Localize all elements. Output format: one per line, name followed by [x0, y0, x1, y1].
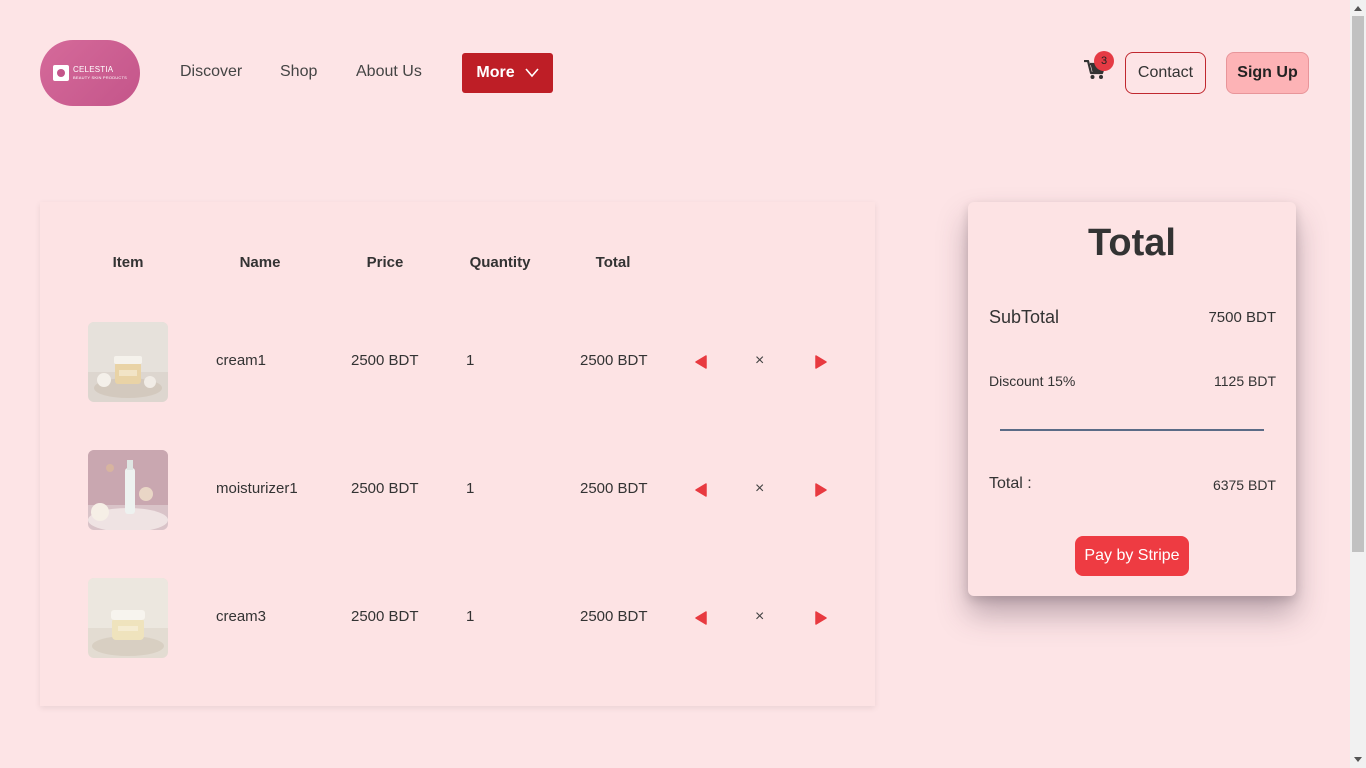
- more-dropdown-button[interactable]: More: [462, 53, 553, 93]
- row-price: 2500 BDT: [351, 480, 419, 497]
- discount-label: Discount 15%: [989, 373, 1076, 389]
- table-row: moisturizer1 2500 BDT 1 2500 BDT ×: [40, 450, 875, 530]
- scrollbar-thumb[interactable]: [1352, 16, 1364, 552]
- product-image-moisturizer1: [88, 450, 168, 530]
- order-summary-card: Total SubTotal 7500 BDT Discount 15% 112…: [968, 202, 1296, 596]
- scroll-up-arrow-icon[interactable]: [1350, 0, 1366, 16]
- row-name: moisturizer1: [216, 480, 298, 497]
- cart-count-badge: 3: [1094, 51, 1114, 71]
- subtotal-label: SubTotal: [989, 307, 1060, 327]
- header-total: Total: [595, 254, 631, 271]
- signup-button[interactable]: Sign Up: [1226, 52, 1309, 94]
- header-name: Name: [239, 254, 281, 271]
- table-row: cream3 2500 BDT 1 2500 BDT ×: [40, 578, 875, 658]
- decrement-arrow-icon[interactable]: [694, 611, 708, 625]
- row-total: 2500 BDT: [580, 608, 648, 625]
- row-total: 2500 BDT: [580, 480, 648, 497]
- chevron-down-icon: [525, 68, 539, 78]
- discount-value: 1125 BDT: [1214, 373, 1276, 389]
- logo-text: CELESTIA BEAUTY SKIN PRODUCTS: [73, 65, 127, 81]
- summary-title: Total: [1088, 222, 1176, 264]
- nav-about-us[interactable]: About Us: [356, 63, 422, 81]
- header-quantity: Quantity: [469, 254, 531, 271]
- product-image-cream3: [88, 578, 168, 658]
- scroll-down-arrow-icon[interactable]: [1350, 752, 1366, 768]
- row-price: 2500 BDT: [351, 352, 419, 369]
- row-price: 2500 BDT: [351, 608, 419, 625]
- row-quantity: 1: [466, 352, 475, 369]
- total-label: Total :: [989, 475, 1032, 492]
- increment-arrow-icon[interactable]: [814, 611, 828, 625]
- header-item: Item: [112, 254, 144, 271]
- total-value: 6375 BDT: [1212, 477, 1276, 493]
- header-price: Price: [366, 254, 404, 271]
- increment-arrow-icon[interactable]: [814, 483, 828, 497]
- subtotal-value: 7500 BDT: [1208, 309, 1276, 326]
- remove-item-close-icon[interactable]: ×: [755, 480, 764, 498]
- contact-button[interactable]: Contact: [1125, 52, 1206, 94]
- row-total: 2500 BDT: [580, 352, 648, 369]
- cart-table-card: Item Name Price Quantity Total cream1 25…: [40, 202, 875, 706]
- row-name: cream3: [216, 608, 267, 625]
- pay-by-stripe-button[interactable]: Pay by Stripe: [1075, 536, 1189, 576]
- row-quantity: 1: [466, 480, 475, 497]
- summary-divider: [1000, 429, 1264, 431]
- row-quantity: 1: [466, 608, 475, 625]
- nav-shop[interactable]: Shop: [280, 63, 317, 81]
- product-image-cream1: [88, 322, 168, 402]
- more-label: More: [476, 64, 515, 81]
- logo-mark-icon: [53, 65, 70, 81]
- remove-item-close-icon[interactable]: ×: [755, 352, 764, 370]
- table-row: cream1 2500 BDT 1 2500 BDT ×: [40, 322, 875, 402]
- increment-arrow-icon[interactable]: [814, 355, 828, 369]
- logo-text-line1: CELESTIA: [73, 65, 114, 74]
- brand-logo[interactable]: CELESTIA BEAUTY SKIN PRODUCTS: [40, 40, 140, 106]
- decrement-arrow-icon[interactable]: [694, 483, 708, 497]
- remove-item-close-icon[interactable]: ×: [755, 608, 764, 626]
- row-name: cream1: [216, 352, 267, 369]
- nav-discover[interactable]: Discover: [180, 63, 242, 81]
- site-header: CELESTIA BEAUTY SKIN PRODUCTS Discover S…: [0, 0, 1350, 140]
- logo-text-line2: BEAUTY SKIN PRODUCTS: [73, 75, 127, 80]
- decrement-arrow-icon[interactable]: [694, 355, 708, 369]
